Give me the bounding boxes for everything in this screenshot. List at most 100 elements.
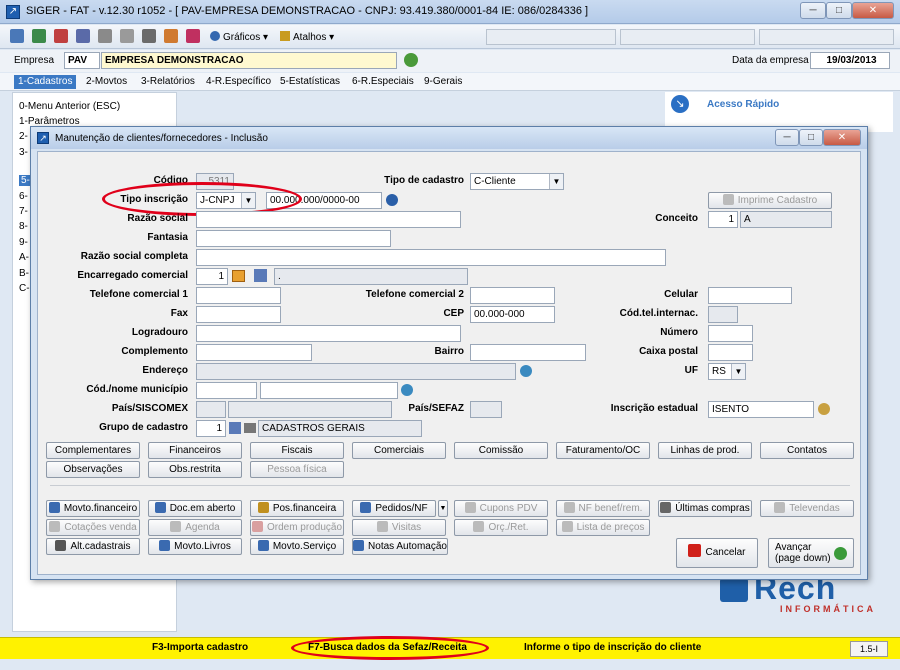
alt-cadastrais-button[interactable]: Alt.cadastrais [46, 538, 140, 555]
tab-pessoa-fisica[interactable]: Pessoa física [250, 461, 344, 478]
menu-movtos[interactable]: 2-Movtos [82, 75, 131, 89]
uf-select[interactable]: RS ▼ [708, 363, 746, 380]
calculator-icon[interactable] [76, 29, 90, 43]
mail-icon[interactable] [120, 29, 134, 43]
pedidos-nf-dropdown[interactable]: ▼ [438, 500, 448, 517]
quick-access-label[interactable]: Acesso Rápido [707, 99, 779, 110]
globe-icon[interactable] [401, 384, 413, 396]
conceito-code[interactable]: 1 [708, 211, 738, 228]
razao-social-field[interactable] [196, 211, 461, 228]
next-button[interactable]: Avançar (page down) [768, 538, 854, 568]
pos-financeira-button[interactable]: Pos.financeira [250, 500, 344, 517]
fax-field[interactable] [196, 306, 281, 323]
dialog-close-button[interactable]: ✕ [823, 129, 861, 146]
logradouro-field[interactable] [196, 325, 461, 342]
encarregado-code[interactable]: 1 [196, 268, 228, 285]
tab-obs-restrita[interactable]: Obs.restrita [148, 461, 242, 478]
left-item-7[interactable]: 7- [19, 206, 28, 217]
tab-financeiros[interactable]: Financeiros [148, 442, 242, 459]
tab-observacoes[interactable]: Observações [46, 461, 140, 478]
calendar-icon[interactable] [54, 29, 68, 43]
close-button[interactable]: ✕ [852, 2, 894, 19]
caixa-postal-field[interactable] [708, 344, 753, 361]
agenda-button[interactable]: Agenda [148, 519, 242, 536]
cotacoes-venda-button[interactable]: Cotações venda [46, 519, 140, 536]
celular-field[interactable] [708, 287, 792, 304]
ultimas-compras-button[interactable]: Últimas compras [658, 500, 752, 517]
minimize-button[interactable]: ─ [800, 2, 826, 19]
folder-icon[interactable] [232, 270, 245, 282]
left-item-menu-anterior[interactable]: 0-Menu Anterior (ESC) [19, 101, 120, 112]
left-item-a[interactable]: A- [19, 252, 29, 263]
dialog-minimize-button[interactable]: ─ [775, 129, 799, 146]
menu-bar: 1-Cadastros 2-Movtos 3-Relatórios 4-R.Es… [0, 73, 900, 91]
menu-r-especiais[interactable]: 6-R.Especiais [348, 75, 418, 89]
fantasia-field[interactable] [196, 230, 391, 247]
tab-contatos[interactable]: Contatos [760, 442, 854, 459]
menu-estatisticas[interactable]: 5-Estatísticas [276, 75, 344, 89]
left-item-2[interactable]: 2- [19, 131, 28, 142]
left-item-3[interactable]: 3- [19, 147, 28, 158]
dialog-maximize-button[interactable]: □ [799, 129, 823, 146]
complemento-field[interactable] [196, 344, 312, 361]
left-item-9[interactable]: 9- [19, 237, 28, 248]
numero-field[interactable] [708, 325, 753, 342]
graficos-menu[interactable]: Gráficos ▾ [210, 31, 268, 43]
globe-icon[interactable] [520, 365, 532, 377]
tab-linhas-prod[interactable]: Linhas de prod. [658, 442, 752, 459]
users-icon[interactable] [164, 29, 178, 43]
edit-icon[interactable] [254, 269, 267, 282]
orc-ret-button[interactable]: Orç./Ret. [454, 519, 548, 536]
cep-field[interactable]: 00.000-000 [470, 306, 555, 323]
left-item-6[interactable]: 6- [19, 191, 28, 202]
municipio-name[interactable] [260, 382, 398, 399]
cupons-pdv-button[interactable]: Cupons PDV [454, 500, 548, 517]
telefone1-field[interactable] [196, 287, 281, 304]
notas-automacao-button[interactable]: Notas Automação [352, 538, 448, 555]
tipo-cadastro-select[interactable]: C-Cliente ▼ [470, 173, 564, 190]
tools-icon[interactable] [98, 29, 112, 43]
save-icon[interactable] [10, 29, 24, 43]
razao-completa-field[interactable] [196, 249, 666, 266]
coin-icon[interactable] [818, 403, 830, 415]
tab-complementares[interactable]: Complementares [46, 442, 140, 459]
eye-icon[interactable] [386, 194, 398, 206]
refresh-icon[interactable] [404, 53, 418, 67]
left-item-c[interactable]: C- [19, 283, 30, 294]
tab-faturamento[interactable]: Faturamento/OC [556, 442, 650, 459]
eye-icon[interactable] [244, 423, 256, 433]
inscricao-estadual-field[interactable]: ISENTO [708, 401, 814, 418]
lista-precos-button[interactable]: Lista de preços [556, 519, 650, 536]
tipo-cadastro-value: C-Cliente [474, 176, 516, 187]
movto-financeiro-button[interactable]: Movto.financeiro [46, 500, 140, 517]
tab-comissao[interactable]: Comissão [454, 442, 548, 459]
grid-icon[interactable] [32, 29, 46, 43]
televendas-button[interactable]: Televendas [760, 500, 854, 517]
ordem-producao-button[interactable]: Ordem produção [250, 519, 344, 536]
grupo-code[interactable]: 1 [196, 420, 226, 437]
tab-comerciais[interactable]: Comerciais [352, 442, 446, 459]
movto-livros-button[interactable]: Movto.Livros [148, 538, 242, 555]
menu-cadastros[interactable]: 1-Cadastros [14, 75, 77, 89]
maximize-button[interactable]: □ [826, 2, 852, 19]
doc-aberto-button[interactable]: Doc.em aberto [148, 500, 242, 517]
grupo-desc: CADASTROS GERAIS [258, 420, 422, 437]
menu-r-especifico[interactable]: 4-R.Específico [202, 75, 275, 89]
table-icon[interactable] [229, 422, 241, 434]
menu-gerais[interactable]: 9-Gerais [420, 75, 466, 89]
nf-benef-button[interactable]: NF benef/rem. [556, 500, 650, 517]
visitas-button[interactable]: Visitas [352, 519, 446, 536]
municipio-code[interactable] [196, 382, 257, 399]
telefone2-field[interactable] [470, 287, 555, 304]
left-item-b[interactable]: B- [19, 268, 29, 279]
pedidos-nf-button[interactable]: Pedidos/NF [352, 500, 436, 517]
chain-icon[interactable] [142, 29, 156, 43]
menu-relatorios[interactable]: 3-Relatórios [137, 75, 199, 89]
movto-servico-button[interactable]: Movto.Serviço [250, 538, 344, 555]
cancel-button[interactable]: Cancelar [676, 538, 758, 568]
puzzle-icon[interactable] [186, 29, 200, 43]
tab-fiscais[interactable]: Fiscais [250, 442, 344, 459]
atalhos-menu[interactable]: Atalhos ▾ [280, 31, 334, 43]
imprime-cadastro-button[interactable]: Imprime Cadastro [708, 192, 832, 209]
left-item-8[interactable]: 8- [19, 221, 28, 232]
